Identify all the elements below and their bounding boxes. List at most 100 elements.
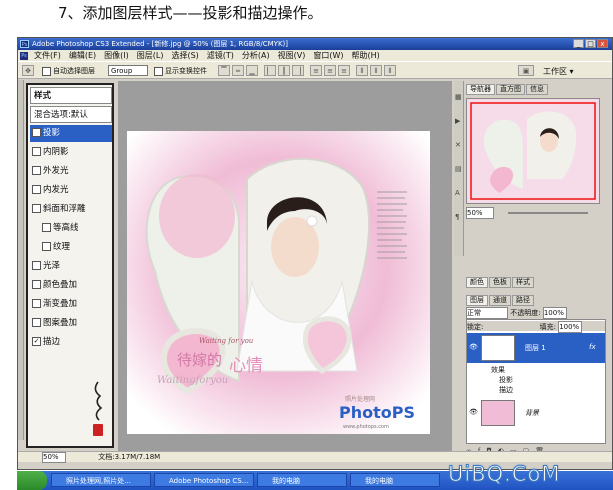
- tab-info[interactable]: 信息: [526, 84, 548, 95]
- style-item-checkbox[interactable]: ✓: [32, 337, 41, 346]
- style-item-checkbox[interactable]: [32, 261, 41, 270]
- taskbar-item-photo-site[interactable]: 照片处理网,照片处...: [51, 473, 151, 487]
- tab-histogram[interactable]: 直方图: [496, 84, 525, 95]
- align-top-icon[interactable]: ▔: [218, 65, 230, 76]
- align-hcenter-icon[interactable]: ║: [278, 65, 290, 76]
- menu-filter[interactable]: 滤镜(T): [203, 50, 238, 61]
- menu-file[interactable]: 文件(F): [30, 50, 65, 61]
- style-item-checkbox[interactable]: ✓: [32, 128, 41, 137]
- tab-swatches[interactable]: 色板: [489, 277, 511, 288]
- taskbar-item-photoshop[interactable]: Adobe Photoshop CS...: [154, 473, 254, 487]
- distribute-bottom-icon[interactable]: ≡: [338, 65, 350, 76]
- panel-dock-icon-character[interactable]: A: [455, 181, 462, 205]
- align-right-icon[interactable]: ▕: [292, 65, 304, 76]
- panel-dock-icon-paragraph[interactable]: ¶: [455, 205, 462, 229]
- background-visibility-eye-icon[interactable]: 👁: [469, 408, 478, 416]
- menu-select[interactable]: 选择(S): [167, 50, 202, 61]
- bridge-icon[interactable]: ▣: [518, 65, 534, 76]
- effect-drop-shadow-row[interactable]: 投影: [499, 375, 599, 385]
- menu-layer[interactable]: 图层(L): [133, 50, 168, 61]
- blend-mode-dropdown[interactable]: 正常: [466, 307, 508, 319]
- style-item[interactable]: 图案叠加: [30, 315, 112, 332]
- navigator-zoom-field[interactable]: 50%: [466, 207, 494, 219]
- style-item[interactable]: 颜色叠加: [30, 277, 112, 294]
- auto-select-checkbox[interactable]: [42, 66, 51, 76]
- opacity-field[interactable]: 100%: [542, 307, 567, 319]
- blending-options-item[interactable]: 混合选项:默认: [30, 106, 112, 123]
- tab-layers[interactable]: 图层: [466, 295, 488, 306]
- effects-row[interactable]: 效果: [491, 365, 601, 375]
- style-item[interactable]: 内发光: [30, 182, 112, 199]
- style-item[interactable]: 内阴影: [30, 144, 112, 161]
- panel-dock-icon-actions[interactable]: ▶: [455, 109, 462, 133]
- style-item[interactable]: ✓ 描边: [30, 334, 112, 351]
- align-bottom-icon[interactable]: ▁: [246, 65, 258, 76]
- navigator-zoom-slider[interactable]: [508, 212, 589, 214]
- style-item[interactable]: 外发光: [30, 163, 112, 180]
- style-item[interactable]: 渐变叠加: [30, 296, 112, 313]
- effect-stroke-row[interactable]: 描边: [499, 385, 599, 395]
- status-zoom-field[interactable]: 50%: [42, 452, 66, 463]
- auto-select-option[interactable]: 自动选择图层: [42, 66, 95, 76]
- menu-image[interactable]: 图像(I): [100, 50, 133, 61]
- layer1-visibility-eye-icon[interactable]: 👁: [469, 343, 478, 351]
- tab-navigator[interactable]: 导航器: [466, 84, 495, 95]
- ps-menu-icon[interactable]: Ps: [20, 51, 28, 60]
- panel-dock-icon-history[interactable]: ▦: [455, 85, 462, 109]
- styles-header[interactable]: 样式: [30, 87, 112, 104]
- distribute-vcenter-icon[interactable]: ≡: [324, 65, 336, 76]
- minimize-button[interactable]: _: [573, 39, 584, 48]
- tab-channels[interactable]: 通道: [489, 295, 511, 306]
- tab-color[interactable]: 颜色: [466, 277, 488, 288]
- background-name[interactable]: 背景: [525, 408, 539, 418]
- tab-paths[interactable]: 路径: [512, 295, 534, 306]
- style-item[interactable]: 等高线: [30, 220, 112, 237]
- style-item[interactable]: 纹理: [30, 239, 112, 256]
- menu-help[interactable]: 帮助(H): [348, 50, 384, 61]
- distribute-left-icon[interactable]: ⫴: [356, 65, 368, 76]
- style-item-checkbox[interactable]: [42, 242, 51, 251]
- layer-row-layer1[interactable]: 👁 图层 1 fx: [467, 333, 605, 363]
- layer-row-background[interactable]: 👁 背景: [467, 398, 605, 430]
- style-item[interactable]: 光泽: [30, 258, 112, 275]
- fill-field[interactable]: 100%: [558, 321, 583, 333]
- navigator-thumbnail[interactable]: [466, 98, 600, 204]
- layer1-fx-icon[interactable]: fx: [589, 343, 596, 351]
- restore-button[interactable]: □: [585, 39, 596, 48]
- panel-dock-icon-tools[interactable]: ✕: [455, 133, 462, 157]
- style-item-checkbox[interactable]: [32, 185, 41, 194]
- menu-analysis[interactable]: 分析(A): [238, 50, 274, 61]
- style-item-checkbox[interactable]: [32, 147, 41, 156]
- taskbar-item-my-computer-1[interactable]: 我的电脑: [257, 473, 347, 487]
- close-button[interactable]: x: [597, 39, 608, 48]
- style-item-checkbox[interactable]: [32, 299, 41, 308]
- style-item[interactable]: 斜面和浮雕: [30, 201, 112, 218]
- show-transform-option[interactable]: 显示变换控件: [154, 66, 207, 76]
- tab-styles[interactable]: 样式: [512, 277, 534, 288]
- menu-window[interactable]: 窗口(W): [309, 50, 347, 61]
- show-transform-checkbox[interactable]: [154, 66, 163, 76]
- panel-dock-icon-brushes[interactable]: ▤: [455, 157, 462, 181]
- menu-edit[interactable]: 编辑(E): [65, 50, 100, 61]
- document-canvas-area[interactable]: Waiting for you 待嫁的 心情 Waitingforyou 照片处…: [118, 81, 452, 456]
- start-button[interactable]: [17, 471, 47, 490]
- style-item-checkbox[interactable]: [42, 223, 51, 232]
- tools-panel-strip[interactable]: [18, 80, 24, 440]
- layer1-name[interactable]: 图层 1: [525, 343, 546, 353]
- menu-view[interactable]: 视图(V): [274, 50, 310, 61]
- collapsed-panel-dock[interactable]: ▦ ▶ ✕ ▤ A ¶: [454, 81, 464, 256]
- move-tool-icon[interactable]: ✥: [22, 65, 34, 76]
- distribute-hcenter-icon[interactable]: ⫴: [370, 65, 382, 76]
- style-item-checkbox[interactable]: [32, 318, 41, 327]
- align-left-icon[interactable]: ▏: [264, 65, 276, 76]
- distribute-top-icon[interactable]: ≡: [310, 65, 322, 76]
- style-item[interactable]: ✓ 投影: [30, 125, 112, 142]
- distribute-right-icon[interactable]: ⫴: [384, 65, 396, 76]
- style-item-checkbox[interactable]: [32, 280, 41, 289]
- document-image[interactable]: Waiting for you 待嫁的 心情 Waitingforyou 照片处…: [127, 131, 430, 434]
- workspace-button[interactable]: 工作区 ▾: [543, 66, 574, 77]
- style-item-checkbox[interactable]: [32, 166, 41, 175]
- style-item-checkbox[interactable]: [32, 204, 41, 213]
- taskbar-item-my-computer-2[interactable]: 我的电脑: [350, 473, 440, 487]
- align-vcenter-icon[interactable]: ═: [232, 65, 244, 76]
